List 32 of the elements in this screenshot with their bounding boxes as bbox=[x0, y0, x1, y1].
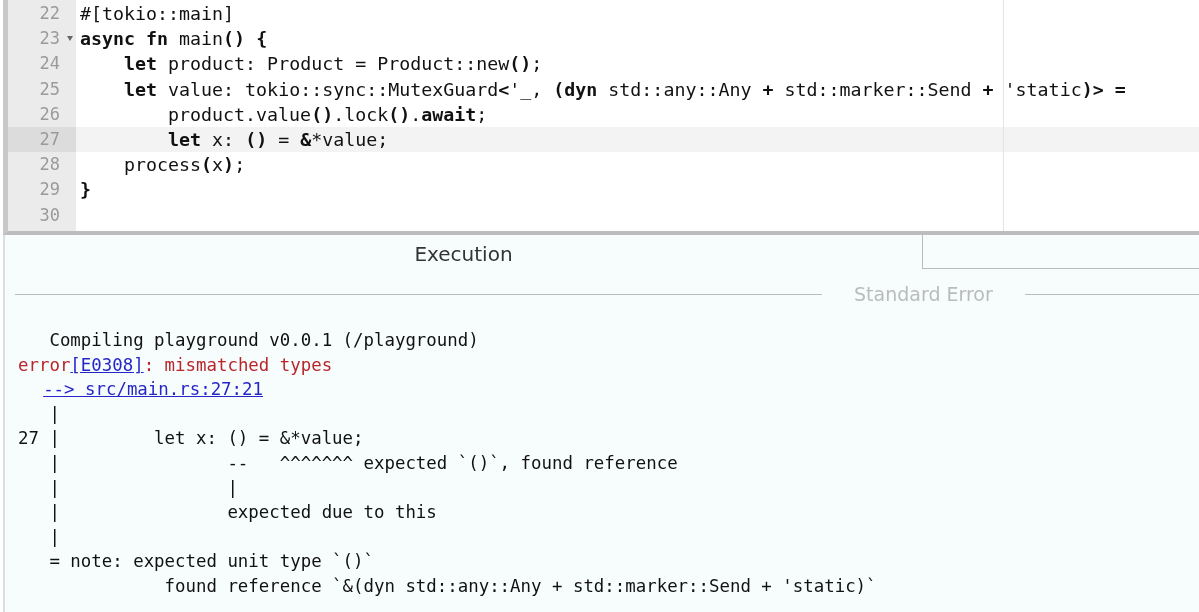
code-line: let value: tokio::sync::MutexGuard<'_, (dyn std::any::Any + std::marker::Send + 'static)> = bbox=[123, 78, 1126, 100]
code-line: } bbox=[80, 179, 91, 201]
output-line: | bbox=[48, 403, 60, 424]
fold-caret-icon[interactable] bbox=[67, 36, 73, 42]
output-line: | bbox=[48, 526, 60, 547]
code-line: let x: () = &*value; bbox=[167, 129, 389, 151]
code-line: let product: Product = Product::new(); bbox=[123, 53, 543, 75]
line-number: 24 bbox=[38, 52, 61, 76]
output-link[interactable]: [E0308] bbox=[70, 354, 144, 375]
code-line: async fn main() { bbox=[80, 28, 268, 50]
output-line: found reference `&(dyn std::any::Any + std::marker::Send + 'static)` bbox=[163, 575, 877, 596]
code-line: process(x); bbox=[123, 154, 246, 176]
line-number: 29 bbox=[38, 178, 61, 202]
output-line: error[E0308]: mismatched types bbox=[18, 354, 333, 375]
line-number: 23 bbox=[8, 26, 76, 52]
line-number: 27 bbox=[8, 126, 76, 153]
execution-tab[interactable]: Execution bbox=[5, 235, 922, 273]
line-number: 28 bbox=[38, 153, 61, 177]
output-line: = note: expected unit type `()` bbox=[48, 551, 374, 572]
line-number: 22 bbox=[38, 2, 61, 25]
line-number: 26 bbox=[38, 102, 61, 126]
output-line: | | bbox=[48, 477, 238, 498]
output-line: 27 | let x: () = &*value; bbox=[18, 428, 364, 449]
output-line: | expected due to this bbox=[48, 502, 437, 523]
code-line: #[tokio::main] bbox=[80, 3, 235, 25]
code-line: product.value().lock().await; bbox=[167, 103, 488, 125]
line-number: 25 bbox=[38, 77, 61, 101]
output-line: | -- ^^^^^^^ expected `()`, found reference bbox=[48, 452, 678, 473]
output-line: Compiling playground v0.0.1 (/playground) bbox=[48, 330, 479, 350]
line-number: 30 bbox=[38, 203, 61, 227]
output-link[interactable]: --> src/main.rs:27:21 bbox=[43, 379, 263, 400]
section-label: Standard Error bbox=[853, 283, 994, 305]
